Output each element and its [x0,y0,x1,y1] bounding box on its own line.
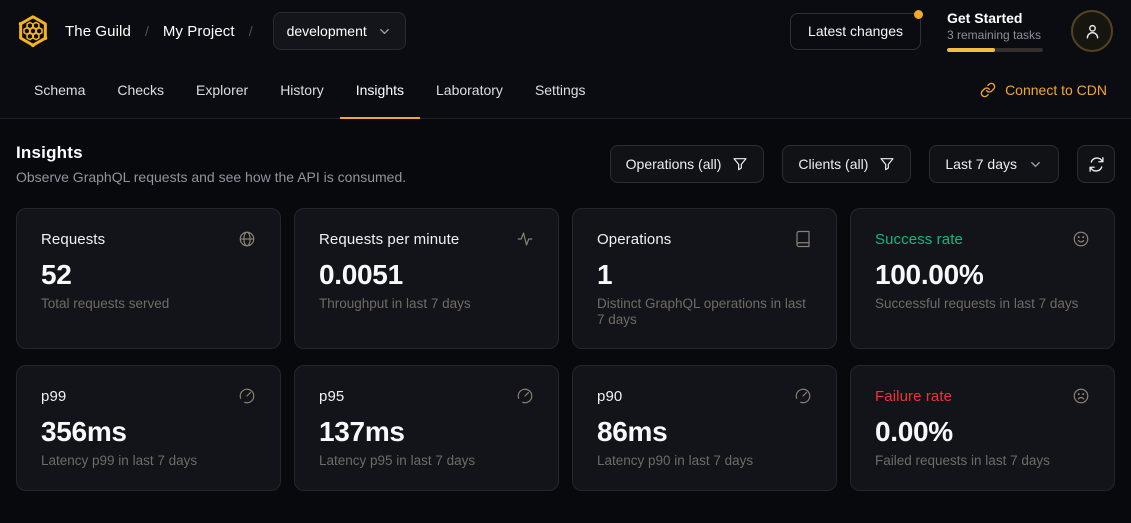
card-title: Requests [41,231,105,248]
connect-to-cdn-link[interactable]: Connect to CDN [980,62,1107,118]
card-title: p95 [319,388,344,405]
tab-settings[interactable]: Settings [519,62,602,119]
date-range-selector[interactable]: Last 7 days [929,145,1059,183]
top-bar: The Guild / My Project / development Lat… [0,0,1131,62]
get-started-progress-bar [947,48,1043,52]
card-description: Latency p99 in last 7 days [41,453,256,469]
page-title: Insights [16,143,406,163]
stat-card-operations: Operations 1 Distinct GraphQL operations… [572,208,837,349]
stat-card-requests: Requests 52 Total requests served [16,208,281,349]
guild-logo-icon[interactable] [13,11,53,51]
card-title: p99 [41,388,66,405]
card-value: 0.0051 [319,259,534,291]
tab-schema[interactable]: Schema [18,62,101,119]
gauge-icon [794,387,812,405]
notification-dot-icon [914,10,923,19]
card-value: 86ms [597,416,812,448]
operations-filter-button[interactable]: Operations (all) [610,145,765,183]
card-value: 100.00% [875,259,1090,291]
user-icon [1083,22,1102,41]
card-value: 0.00% [875,416,1090,448]
top-bar-right: Latest changes Get Started 3 remaining t… [790,10,1113,52]
chevron-down-icon [377,24,392,39]
page-subtitle: Observe GraphQL requests and see how the… [16,169,406,185]
stat-card-success-rate: Success rate 100.00% Successful requests… [850,208,1115,349]
filters-toolbar: Operations (all) Clients (all) Last 7 da… [610,145,1115,183]
card-title: p90 [597,388,622,405]
page-heading: Insights Observe GraphQL requests and se… [16,143,406,185]
link-icon [980,82,996,98]
card-description: Total requests served [41,296,256,312]
breadcrumb-org[interactable]: The Guild [65,23,131,40]
card-description: Distinct GraphQL operations in last 7 da… [597,296,812,328]
date-range-label: Last 7 days [945,156,1017,172]
card-value: 356ms [41,416,256,448]
card-description: Throughput in last 7 days [319,296,534,312]
refresh-icon [1088,156,1105,173]
app-root: The Guild / My Project / development Lat… [0,0,1131,491]
breadcrumb-separator: / [145,23,149,39]
clients-filter-label: Clients (all) [798,156,868,172]
get-started-title: Get Started [947,10,1045,26]
get-started-subtitle: 3 remaining tasks [947,28,1045,42]
card-title: Success rate [875,231,963,248]
tab-history[interactable]: History [264,62,340,119]
breadcrumb-project[interactable]: My Project [163,23,235,40]
latest-changes-button[interactable]: Latest changes [790,13,921,50]
card-value: 137ms [319,416,534,448]
card-value: 52 [41,259,256,291]
target-selector[interactable]: development [273,12,406,50]
clients-filter-button[interactable]: Clients (all) [782,145,911,183]
gauge-icon [238,387,256,405]
operations-filter-label: Operations (all) [626,156,722,172]
card-description: Latency p95 in last 7 days [319,453,534,469]
funnel-icon [879,156,895,172]
main-content: Insights Observe GraphQL requests and se… [0,143,1131,491]
smile-icon [1072,230,1090,248]
avatar[interactable] [1071,10,1113,52]
stats-grid: Requests 52 Total requests served Reques… [16,208,1115,491]
card-title: Requests per minute [319,231,459,248]
tab-checks[interactable]: Checks [101,62,180,119]
frown-icon [1072,387,1090,405]
get-started-widget[interactable]: Get Started 3 remaining tasks [947,10,1045,52]
target-selector-value: development [287,23,367,39]
get-started-progress-fill [947,48,995,52]
card-title: Failure rate [875,388,952,405]
card-value: 1 [597,259,812,291]
funnel-icon [732,156,748,172]
refresh-button[interactable] [1077,145,1115,183]
card-description: Successful requests in last 7 days [875,296,1090,312]
gauge-icon [516,387,534,405]
tab-explorer[interactable]: Explorer [180,62,264,119]
tab-insights[interactable]: Insights [340,62,420,119]
stat-card-failure-rate: Failure rate 0.00% Failed requests in la… [850,365,1115,490]
stat-card-rpm: Requests per minute 0.0051 Throughput in… [294,208,559,349]
stat-card-p90: p90 86ms Latency p90 in last 7 days [572,365,837,490]
insights-section-header: Insights Observe GraphQL requests and se… [16,143,1115,185]
tab-bar: Schema Checks Explorer History Insights … [0,62,1131,119]
connect-to-cdn-label: Connect to CDN [1005,82,1107,98]
chevron-down-icon [1028,157,1043,172]
top-bar-left: The Guild / My Project / development [13,11,406,51]
activity-icon [516,230,534,248]
latest-changes-label: Latest changes [808,23,903,39]
globe-icon [238,230,256,248]
card-description: Failed requests in last 7 days [875,453,1090,469]
card-title: Operations [597,231,671,248]
stat-card-p95: p95 137ms Latency p95 in last 7 days [294,365,559,490]
book-icon [794,230,812,248]
breadcrumb: The Guild / My Project / development [65,12,406,50]
tab-laboratory[interactable]: Laboratory [420,62,519,119]
breadcrumb-separator: / [249,23,253,39]
stat-card-p99: p99 356ms Latency p99 in last 7 days [16,365,281,490]
card-description: Latency p90 in last 7 days [597,453,812,469]
